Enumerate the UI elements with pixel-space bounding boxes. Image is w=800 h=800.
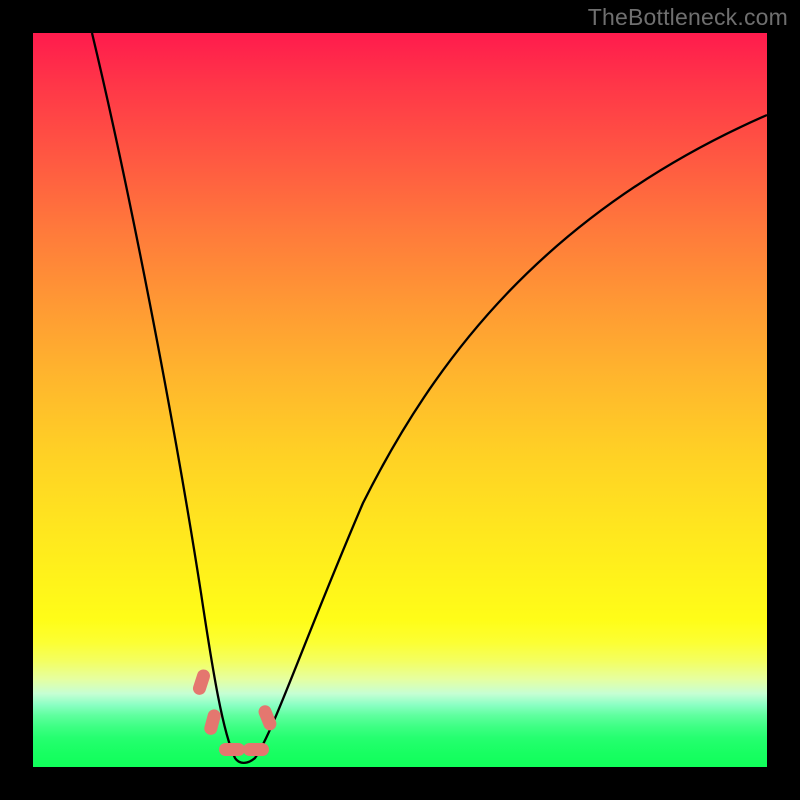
marker-dot (219, 743, 245, 756)
marker-group (191, 668, 278, 756)
chart-frame: TheBottleneck.com (0, 0, 800, 800)
marker-dot (203, 708, 222, 736)
marker-dot (243, 743, 269, 756)
plot-area (33, 33, 767, 767)
bottleneck-curve (92, 33, 767, 763)
curve-layer (33, 33, 767, 767)
marker-dot (191, 668, 211, 697)
watermark-text: TheBottleneck.com (588, 4, 788, 31)
